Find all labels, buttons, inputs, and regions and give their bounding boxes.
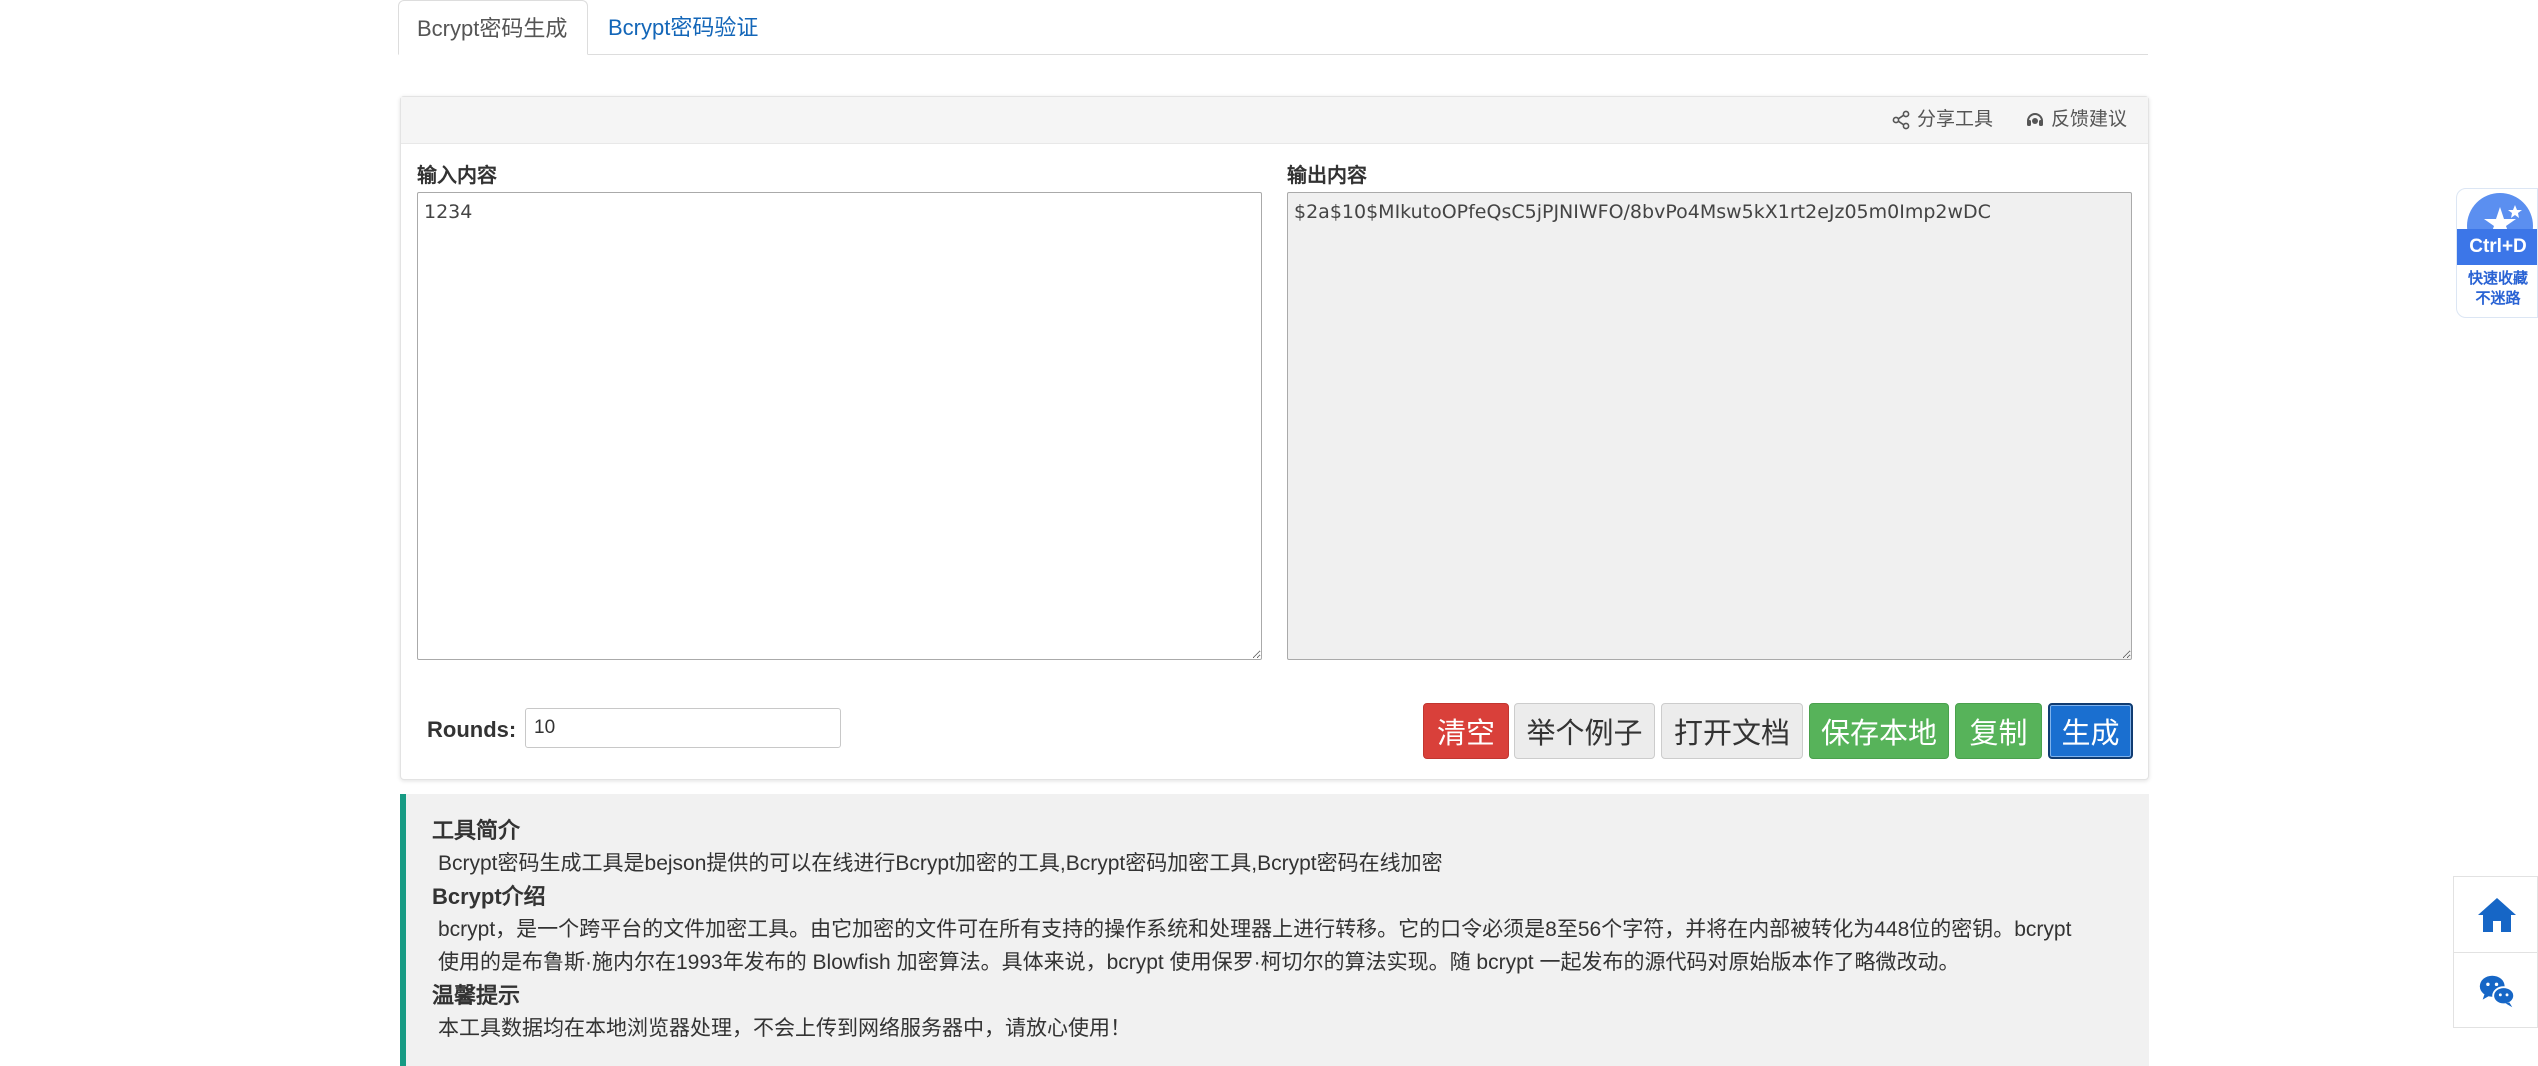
bcrypt-text-line1: bcrypt，是一个跨平台的文件加密工具。由它加密的文件可在所有支持的操作系统和… — [438, 918, 2072, 941]
example-button[interactable]: 举个例子 — [1514, 703, 1655, 759]
rounds-input[interactable] — [525, 708, 841, 748]
bcrypt-text-line2: 使用的是布鲁斯·施内尔在1993年发布的 Blowfish 加密算法。具体来说，… — [438, 951, 1960, 974]
clear-button[interactable]: 清空 — [1423, 703, 1509, 759]
input-textarea[interactable] — [417, 192, 1262, 660]
headset-icon — [2027, 113, 2043, 126]
bookmark-widget[interactable]: Ctrl+D 快速收藏 不迷路 — [2456, 188, 2538, 318]
output-label: 输出内容 — [1287, 165, 1367, 187]
copy-button[interactable]: 复制 — [1955, 703, 2042, 759]
page: Bcrypt密码生成 Bcrypt密码验证 分享工具 反馈建议 输入内容 输出内… — [0, 0, 2538, 1066]
bcrypt-title: Bcrypt介绍 — [432, 884, 546, 909]
bookmark-line1: 快速收藏 — [2467, 270, 2528, 287]
output-textarea[interactable] — [1287, 192, 2132, 660]
bookmark-line2: 不迷路 — [2475, 290, 2521, 307]
rounds-label: Rounds: — [427, 717, 517, 742]
home-icon — [2477, 897, 2516, 932]
tip-title: 温馨提示 — [432, 983, 521, 1008]
tool-panel: 分享工具 反馈建议 输入内容 输出内容 Rounds: 清空 举个例子 打开文档… — [400, 96, 2149, 780]
share-icon — [1892, 110, 1910, 130]
side-toolbar — [2453, 876, 2538, 1028]
feedback-label: 反馈建议 — [2051, 109, 2128, 130]
save-local-button[interactable]: 保存本地 — [1809, 703, 1949, 759]
tab-bar: Bcrypt密码生成 Bcrypt密码验证 — [398, 0, 2148, 55]
intro-text: Bcrypt密码生成工具是bejson提供的可以在线进行Bcrypt加密的工具,… — [438, 852, 1443, 875]
panel-header: 分享工具 反馈建议 — [401, 97, 2148, 144]
wechat-icon — [2479, 975, 2515, 1007]
open-doc-button[interactable]: 打开文档 — [1661, 703, 1803, 759]
feedback-link[interactable]: 反馈建议 — [2025, 97, 2127, 143]
generate-button[interactable]: 生成 — [2048, 703, 2133, 759]
bookmark-shortcut: Ctrl+D — [2457, 229, 2537, 265]
home-button[interactable] — [2454, 877, 2538, 953]
bookmark-text: 快速收藏 不迷路 — [2457, 269, 2537, 309]
wechat-button[interactable] — [2454, 953, 2538, 1028]
tab-bcrypt-generate[interactable]: Bcrypt密码生成 — [398, 0, 588, 55]
share-tool-label: 分享工具 — [1917, 109, 1994, 130]
info-box: 工具简介 Bcrypt密码生成工具是bejson提供的可以在线进行Bcrypt加… — [400, 794, 2149, 1066]
tab-bcrypt-verify[interactable]: Bcrypt密码验证 — [590, 0, 776, 54]
share-tool-link[interactable]: 分享工具 — [1891, 97, 1993, 143]
input-label: 输入内容 — [417, 165, 497, 187]
intro-title: 工具简介 — [432, 818, 521, 843]
tip-text: 本工具数据均在本地浏览器处理，不会上传到网络服务器中，请放心使用！ — [438, 1017, 1131, 1040]
